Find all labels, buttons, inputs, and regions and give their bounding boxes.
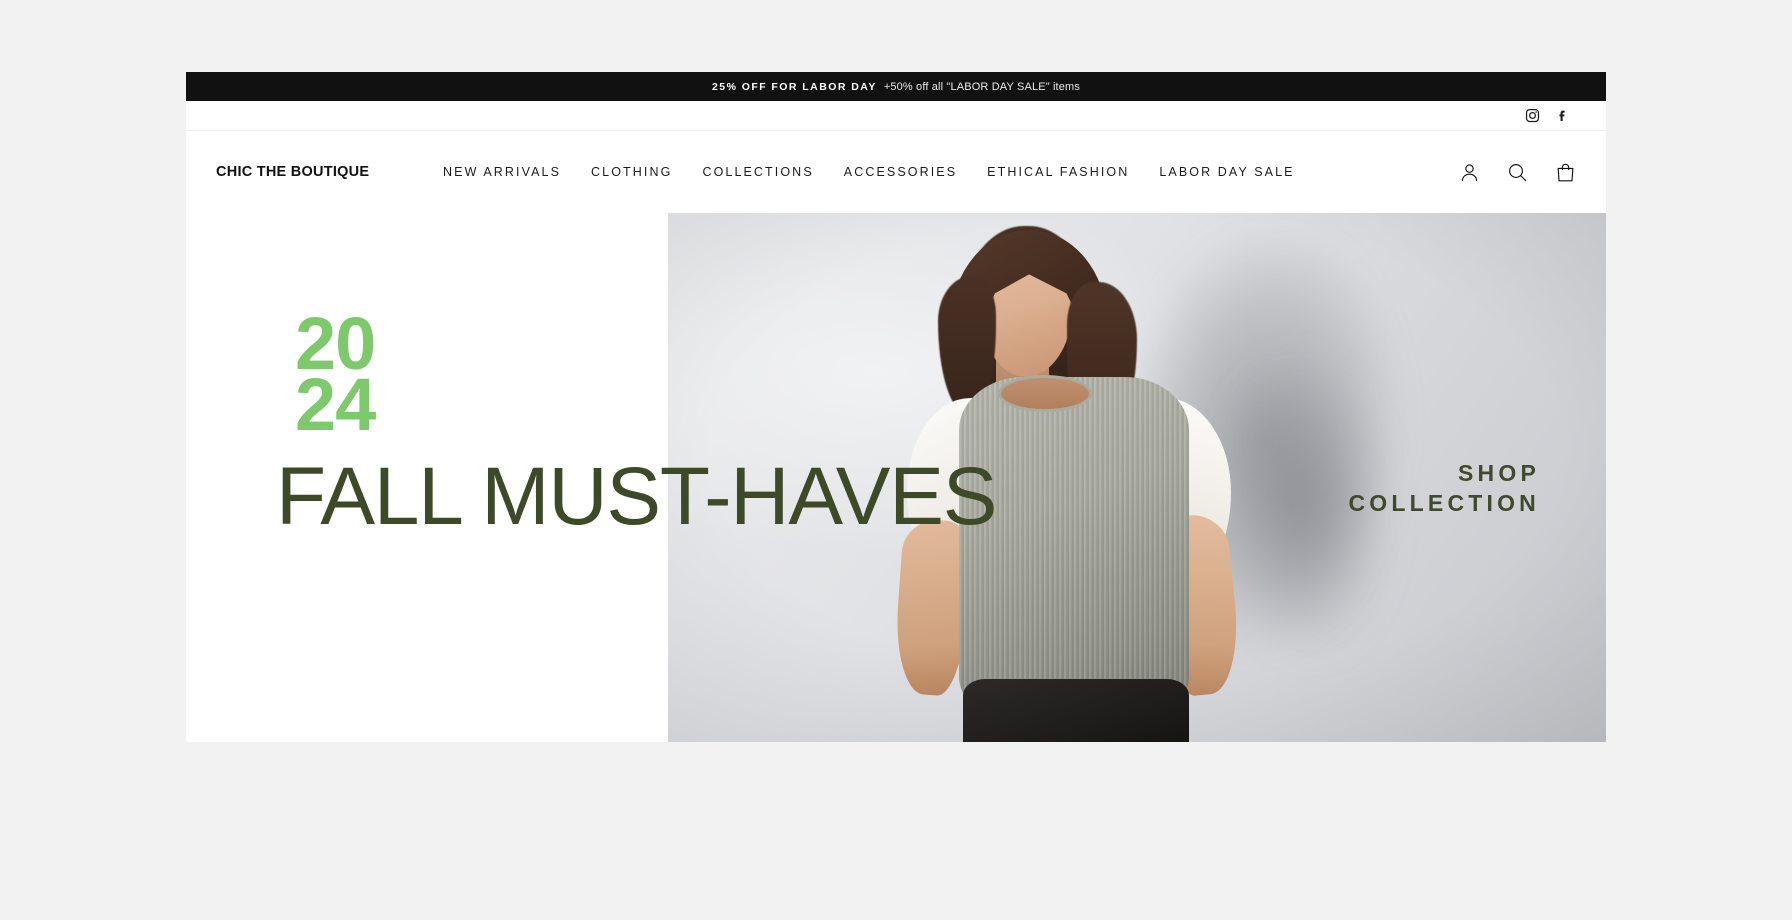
nav-item-collections[interactable]: COLLECTIONS <box>687 165 828 179</box>
cart-icon[interactable] <box>1555 162 1576 183</box>
nav-item-ethical-fashion[interactable]: ETHICAL FASHION <box>972 165 1144 179</box>
announcement-bold-text: 25% OFF FOR LABOR DAY <box>711 80 877 93</box>
nav-item-new-arrivals[interactable]: NEW ARRIVALS <box>428 165 576 179</box>
site-header: CHIC THE BOUTIQUE NEW ARRIVALS CLOTHING … <box>186 131 1606 213</box>
shop-collection-line-1: SHOP <box>1458 460 1540 486</box>
hero-banner: 20 24 FALL MUST-HAVES SHOP COLLECTION <box>186 213 1606 742</box>
main-navigation: NEW ARRIVALS CLOTHING COLLECTIONS ACCESS… <box>428 165 1441 179</box>
page-background: 25% OFF FOR LABOR DAY +50% off all "LABO… <box>0 0 1792 920</box>
site-logo[interactable]: CHIC THE BOUTIQUE <box>216 164 428 180</box>
instagram-icon[interactable] <box>1525 108 1540 123</box>
shop-collection-line-2: COLLECTION <box>1348 490 1540 517</box>
search-icon[interactable] <box>1507 162 1528 183</box>
facebook-icon[interactable] <box>1555 108 1570 123</box>
nav-item-clothing[interactable]: CLOTHING <box>576 165 687 179</box>
account-icon[interactable] <box>1459 162 1480 183</box>
hero-headline: FALL MUST-HAVES <box>276 451 997 542</box>
site-container: 25% OFF FOR LABOR DAY +50% off all "LABO… <box>186 72 1606 742</box>
social-links-bar <box>186 101 1606 131</box>
header-icon-group <box>1441 162 1576 183</box>
shop-collection-button[interactable]: SHOP COLLECTION <box>1349 458 1541 519</box>
announcement-normal-text: +50% off all "LABOR DAY SALE" items <box>883 80 1080 93</box>
announcement-bar: 25% OFF FOR LABOR DAY +50% off all "LABO… <box>186 72 1606 101</box>
hero-year-label: 20 24 <box>295 307 376 446</box>
hero-year-line-2: 24 <box>295 362 376 446</box>
nav-item-labor-day-sale[interactable]: LABOR DAY SALE <box>1144 165 1309 179</box>
nav-item-accessories[interactable]: ACCESSORIES <box>829 165 972 179</box>
